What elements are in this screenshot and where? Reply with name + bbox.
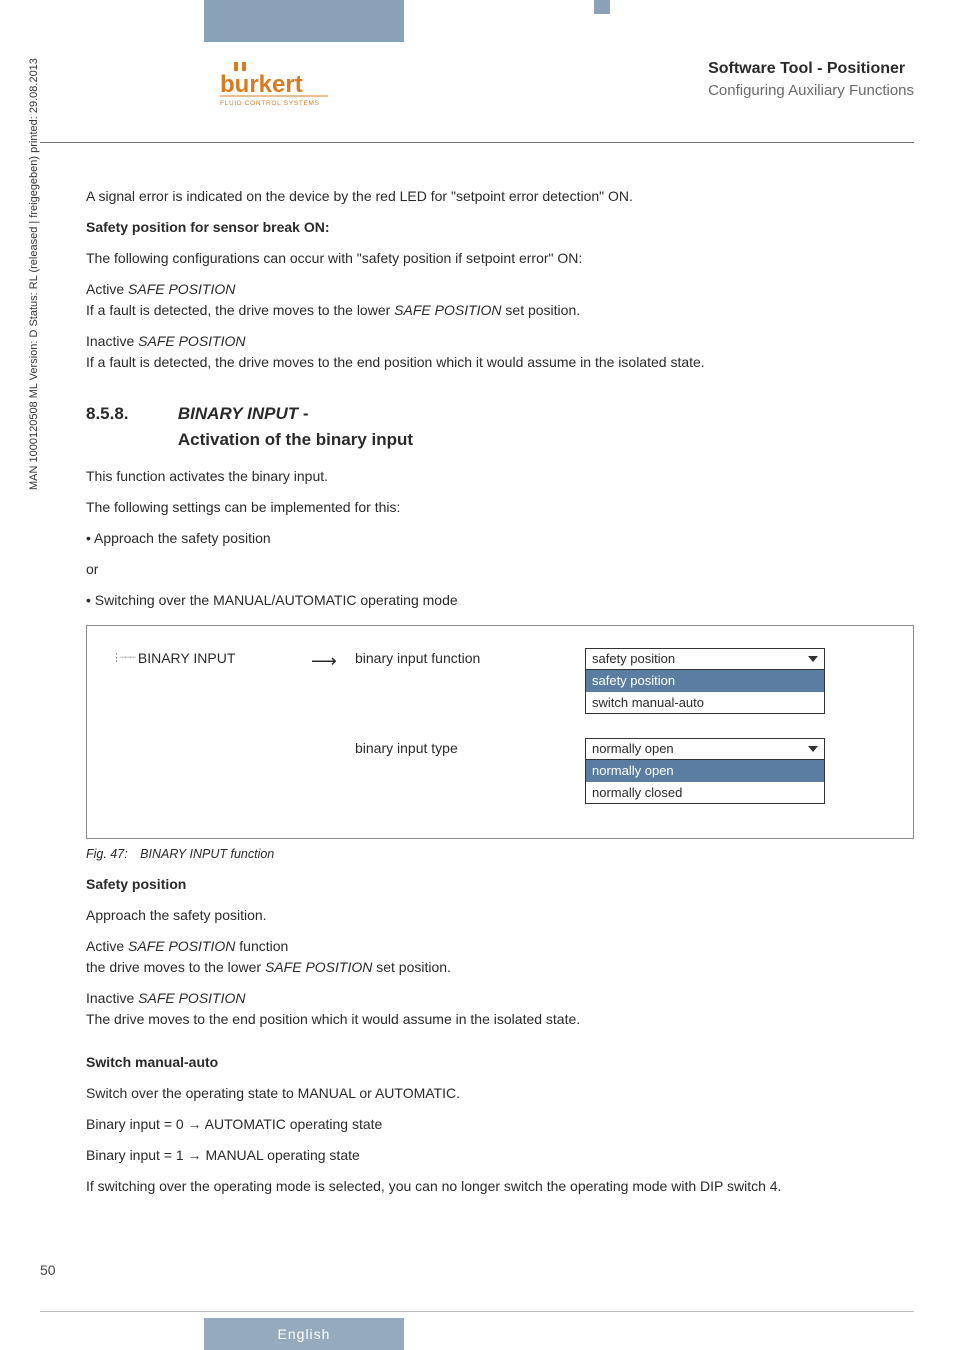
subheading: Switch manual-auto: [86, 1052, 914, 1073]
tree-label: BINARY INPUT: [138, 648, 236, 669]
top-color-band: [0, 0, 954, 42]
text: function: [235, 938, 288, 954]
paragraph: Switch over the operating state to MANUA…: [86, 1083, 914, 1104]
paragraph: Active SAFE POSITION If a fault is detec…: [86, 279, 914, 321]
section-title-italic: BINARY INPUT: [178, 404, 298, 423]
section-heading: 8.5.8. BINARY INPUT - Activation of the …: [86, 401, 914, 452]
top-small-block: [594, 0, 610, 14]
paragraph: This function activates the binary input…: [86, 466, 914, 487]
main-content: A signal error is indicated on the devic…: [86, 186, 914, 1207]
paragraph: Inactive SAFE POSITION If a fault is det…: [86, 331, 914, 373]
dropdown-type[interactable]: normally open: [585, 738, 825, 760]
or-text: or: [86, 559, 914, 580]
header-rule: [40, 142, 914, 143]
figure-box: ⋮┈┈┈ BINARY INPUT ⟶ binary input functio…: [86, 625, 914, 839]
text-italic: SAFE POSITION: [394, 302, 501, 318]
tree-dots-icon: ⋮┈┈┈: [111, 650, 134, 667]
dropdown-option[interactable]: normally closed: [586, 782, 824, 804]
paragraph: The following settings can be implemente…: [86, 497, 914, 518]
text: Inactive: [86, 333, 138, 349]
field-label: binary input type: [355, 738, 585, 759]
text: If a fault is detected, the drive moves …: [86, 302, 394, 318]
section-title-line2: Activation of the binary input: [178, 430, 413, 449]
paragraph: Active SAFE POSITION function the drive …: [86, 936, 914, 978]
dropdown-option[interactable]: switch manual-auto: [586, 692, 824, 714]
page-footer: English: [0, 1290, 954, 1350]
subheading: Safety position: [86, 874, 914, 895]
dropdown-selected: normally open: [592, 741, 674, 756]
header-title: Software Tool - Positioner: [708, 60, 914, 78]
text-italic: SAFE POSITION: [128, 938, 235, 954]
dropdown-list: safety position switch manual-auto: [585, 670, 825, 714]
paragraph: If switching over the operating mode is …: [86, 1176, 914, 1197]
figure-row: ⋮┈┈┈ BINARY INPUT ⟶ binary input functio…: [111, 648, 889, 714]
paragraph: Inactive SAFE POSITION The drive moves t…: [86, 988, 914, 1030]
text: Active: [86, 281, 128, 297]
chevron-down-icon: [804, 741, 822, 757]
text: Inactive: [86, 990, 138, 1006]
dropdown-option[interactable]: safety position: [586, 670, 824, 692]
paragraph-bold: Safety position for sensor break ON:: [86, 217, 914, 238]
section-title: BINARY INPUT - Activation of the binary …: [178, 401, 413, 452]
bullet-line: • Switching over the MANUAL/AUTOMATIC op…: [86, 590, 914, 611]
bullet-line: • Approach the safety position: [86, 528, 914, 549]
paragraph: Approach the safety position.: [86, 905, 914, 926]
text: The drive moves to the end position whic…: [86, 1011, 580, 1027]
sidebar-meta-text: MAN 1000120508 ML Version: D Status: RL …: [28, 58, 40, 490]
figure-caption: Fig. 47: BINARY INPUT function: [86, 845, 914, 864]
tree-column: ⋮┈┈┈ BINARY INPUT: [111, 648, 311, 669]
text-italic: SAFE POSITION: [128, 281, 235, 297]
dropdown-column: safety position safety position switch m…: [585, 648, 825, 714]
dropdown-option[interactable]: normally open: [586, 760, 824, 782]
language-block: English: [204, 1318, 404, 1350]
arrow-icon: ⟶: [311, 648, 355, 675]
section-number: 8.5.8.: [86, 401, 174, 427]
dropdown-list: normally open normally closed: [585, 760, 825, 804]
text-italic: SAFE POSITION: [265, 959, 372, 975]
text-italic: SAFE POSITION: [138, 333, 245, 349]
paragraph: Binary input = 0 → AUTOMATIC operating s…: [86, 1114, 914, 1135]
field-label: binary input function: [355, 648, 585, 669]
header-subtitle: Configuring Auxiliary Functions: [708, 82, 914, 99]
dropdown-column: normally open normally open normally clo…: [585, 738, 825, 804]
text: set position.: [502, 302, 581, 318]
page-header: burkert FLUID CONTROL SYSTEMS Software T…: [0, 42, 954, 142]
text-italic: SAFE POSITION: [138, 990, 245, 1006]
chevron-down-icon: [804, 651, 822, 667]
text: Active: [86, 938, 128, 954]
footer-rule: [40, 1311, 914, 1312]
svg-text:FLUID CONTROL SYSTEMS: FLUID CONTROL SYSTEMS: [220, 100, 320, 107]
dropdown-selected: safety position: [592, 651, 675, 666]
paragraph: A signal error is indicated on the devic…: [86, 186, 914, 207]
top-dark-block: [204, 0, 404, 42]
paragraph: Binary input = 1 → MANUAL operating stat…: [86, 1145, 914, 1166]
burkert-logo: burkert FLUID CONTROL SYSTEMS: [220, 62, 330, 108]
section-title-dash: -: [298, 404, 308, 423]
text: If a fault is detected, the drive moves …: [86, 354, 705, 370]
page-number: 50: [40, 1262, 56, 1278]
svg-text:burkert: burkert: [220, 71, 303, 98]
text: set position.: [372, 959, 451, 975]
dropdown-function[interactable]: safety position: [585, 648, 825, 670]
text: the drive moves to the lower: [86, 959, 265, 975]
header-title-block: Software Tool - Positioner Configuring A…: [708, 60, 914, 99]
figure-row: binary input type normally open normally…: [111, 738, 889, 804]
paragraph: The following configurations can occur w…: [86, 248, 914, 269]
